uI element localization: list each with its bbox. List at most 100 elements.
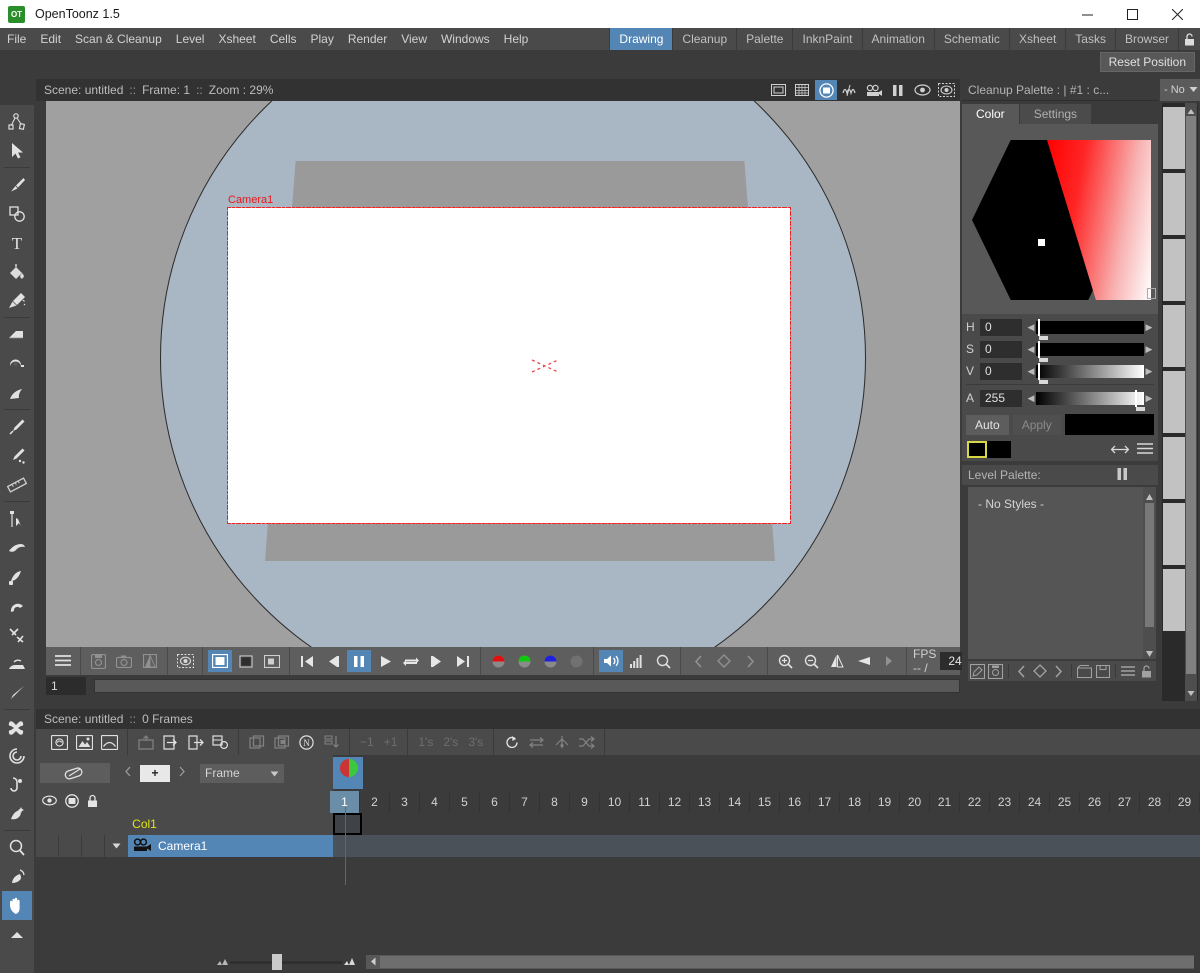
menu-file[interactable]: File: [0, 28, 33, 50]
time-stretch-icon[interactable]: [550, 732, 573, 753]
magnet-tool[interactable]: [2, 591, 32, 620]
xsheet-zoom-slider[interactable]: [216, 955, 356, 969]
menu-play[interactable]: Play: [303, 28, 340, 50]
frame-header-cell[interactable]: 26: [1080, 791, 1110, 813]
reset-position-button[interactable]: Reset Position: [1100, 52, 1195, 72]
room-tab-inknpaint[interactable]: InknPaint: [792, 28, 861, 50]
room-tab-palette[interactable]: Palette: [736, 28, 792, 50]
frame-header-cell[interactable]: 2: [360, 791, 390, 813]
merge-levels-icon[interactable]: [270, 732, 293, 753]
lock-rooms-icon[interactable]: [1178, 28, 1200, 50]
palette-menu-icon[interactable]: [1119, 662, 1138, 680]
frame-header-cell[interactable]: 7: [510, 791, 540, 813]
hand-tool[interactable]: [2, 891, 32, 920]
viewer-canvas[interactable]: Camera1: [46, 101, 960, 647]
viewer-frame-field[interactable]: 1: [46, 677, 86, 695]
iron-tool[interactable]: [2, 649, 32, 678]
menu-render[interactable]: Render: [341, 28, 394, 50]
menu-cells[interactable]: Cells: [263, 28, 304, 50]
last-frame-icon[interactable]: [451, 650, 475, 672]
previous-key-icon[interactable]: [1012, 662, 1031, 680]
style-swatch[interactable]: [1163, 569, 1185, 631]
frame-header-cell[interactable]: 29: [1170, 791, 1200, 813]
preview-visible-icon[interactable]: [42, 795, 57, 809]
new-vector-level-icon[interactable]: [48, 732, 71, 753]
color-wheel-cursor[interactable]: [1038, 239, 1045, 246]
onion-skin-knob[interactable]: [340, 759, 358, 777]
frame-header-cell[interactable]: 21: [930, 791, 960, 813]
expand-toolbar-icon[interactable]: [2, 920, 32, 949]
column-thumb-cell[interactable]: [82, 835, 105, 857]
scroll-left-icon[interactable]: [366, 957, 380, 968]
level-palette-body[interactable]: - No Styles -: [968, 487, 1156, 659]
tab-color[interactable]: Color: [962, 104, 1019, 124]
tape-tool[interactable]: [2, 349, 32, 378]
style-strip-swatches[interactable]: [1162, 103, 1198, 701]
xsheet-column-title[interactable]: Col1: [36, 813, 333, 835]
hook-tool[interactable]: [2, 741, 32, 770]
fill-tool[interactable]: [2, 257, 32, 286]
freeze-icon[interactable]: [1117, 468, 1128, 483]
level-palette-scrollbar[interactable]: [1143, 487, 1156, 659]
freeze-icon[interactable]: [887, 80, 909, 100]
options-menu-icon[interactable]: [1137, 443, 1153, 457]
pump-tool[interactable]: [2, 562, 32, 591]
room-tab-animation[interactable]: Animation: [862, 28, 934, 50]
camera-view-icon[interactable]: [815, 80, 837, 100]
xsheet-cells-row-1[interactable]: [333, 813, 1200, 835]
value-slider[interactable]: [1036, 365, 1144, 378]
flip-horizontal-icon[interactable]: [825, 650, 849, 672]
frame-header-cell[interactable]: 5: [450, 791, 480, 813]
selected-cell[interactable]: [333, 813, 362, 835]
level-palette-scroll-thumb[interactable]: [1145, 503, 1154, 627]
new-style-page-icon[interactable]: [1075, 662, 1094, 680]
expand-icon[interactable]: [877, 650, 901, 672]
xsheet-horizontal-scrollbar[interactable]: [366, 955, 1194, 969]
animate-tool[interactable]: [2, 107, 32, 136]
small-frames-icon[interactable]: [216, 955, 229, 969]
column-thumb-cell[interactable]: [59, 835, 82, 857]
autorenumber-icon[interactable]: N: [295, 732, 318, 753]
saturation-field[interactable]: 0: [980, 341, 1022, 358]
first-frame-icon[interactable]: [295, 650, 319, 672]
snapshot-icon[interactable]: [112, 650, 136, 672]
frame-header-cell[interactable]: 14: [720, 791, 750, 813]
previous-key-icon[interactable]: [686, 650, 710, 672]
saturation-increment-icon[interactable]: ▶: [1144, 344, 1154, 355]
bender-tool[interactable]: [2, 620, 32, 649]
room-tab-schematic[interactable]: Schematic: [934, 28, 1009, 50]
view-mode-standard-icon[interactable]: [208, 650, 232, 672]
frame-header-cell[interactable]: 15: [750, 791, 780, 813]
compare-icon[interactable]: [138, 650, 162, 672]
frame-header-cell[interactable]: 28: [1140, 791, 1170, 813]
safe-area-icon[interactable]: [767, 80, 789, 100]
room-tab-xsheet[interactable]: Xsheet: [1009, 28, 1065, 50]
frame-header-cell[interactable]: 19: [870, 791, 900, 813]
style-picker-tool[interactable]: [2, 412, 32, 441]
frame-display-combo[interactable]: Frame: [200, 764, 284, 783]
room-tab-cleanup[interactable]: Cleanup: [672, 28, 736, 50]
xsheet-cells-body[interactable]: [36, 907, 1200, 951]
set-key-icon[interactable]: [1031, 662, 1050, 680]
new-level-plus-icon[interactable]: +: [140, 765, 170, 782]
frame-header-cell[interactable]: 23: [990, 791, 1020, 813]
hue-slider[interactable]: [1036, 321, 1144, 334]
alpha-slider[interactable]: [1036, 392, 1144, 405]
saturation-slider[interactable]: [1036, 343, 1144, 356]
increment-button[interactable]: +1: [379, 735, 403, 749]
hue-field[interactable]: 0: [980, 319, 1022, 336]
random-swap-icon[interactable]: [575, 732, 598, 753]
new-raster-level-icon[interactable]: [98, 732, 121, 753]
camera-stand-view-icon[interactable]: [863, 80, 885, 100]
scroll-down-icon[interactable]: [1187, 686, 1195, 700]
preview-icon[interactable]: [911, 80, 933, 100]
value-decrement-icon[interactable]: ◀: [1026, 366, 1036, 377]
room-tab-browser[interactable]: Browser: [1115, 28, 1178, 50]
xsheet-cells-row-2[interactable]: [333, 835, 1200, 857]
frame-header-cell[interactable]: 3: [390, 791, 420, 813]
save-palette-icon[interactable]: [987, 662, 1006, 680]
zoom-tool[interactable]: [2, 833, 32, 862]
zoom-out-icon[interactable]: [799, 650, 823, 672]
export-level-icon[interactable]: [184, 732, 207, 753]
menu-help[interactable]: Help: [497, 28, 536, 50]
